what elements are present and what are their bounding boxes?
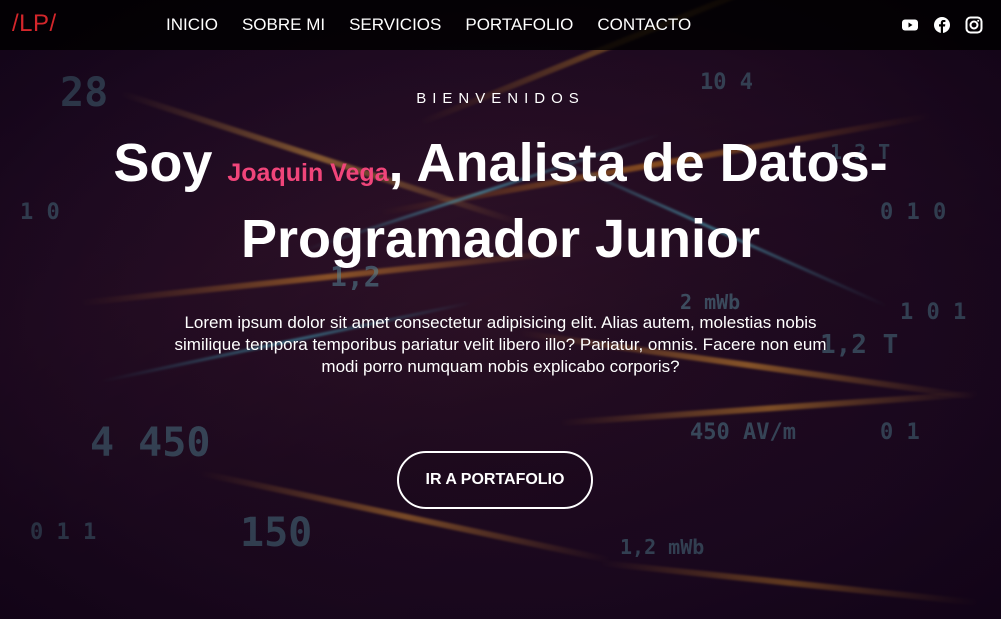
- site-logo[interactable]: /LP/: [12, 10, 57, 38]
- nav-links: INICIO SOBRE MI SERVICIOS PORTAFOLIO CON…: [166, 15, 691, 35]
- welcome-text: BIENVENIDOS: [416, 90, 585, 107]
- hero-description: Lorem ipsum dolor sit amet consectetur a…: [174, 313, 827, 376]
- hero-headline: Soy Joaquin Vega, Analista de Datos- Pro…: [40, 130, 961, 272]
- facebook-icon[interactable]: [933, 16, 951, 34]
- headline-suffix: , Analista de Datos- Programador Junior: [240, 133, 888, 269]
- navbar: /LP/ INICIO SOBRE MI SERVICIOS PORTAFOLI…: [0, 0, 1001, 50]
- nav-link-portafolio[interactable]: PORTAFOLIO: [465, 15, 573, 35]
- author-name: Joaquin Vega: [227, 159, 389, 187]
- nav-link-sobre-mi[interactable]: SOBRE MI: [242, 15, 325, 35]
- social-links: [901, 16, 983, 34]
- portfolio-button[interactable]: IR A PORTAFOLIO: [397, 451, 593, 509]
- nav-link-contacto[interactable]: CONTACTO: [597, 15, 691, 35]
- instagram-icon[interactable]: [965, 16, 983, 34]
- headline-prefix: Soy: [113, 133, 228, 193]
- nav-link-inicio[interactable]: INICIO: [166, 15, 218, 35]
- hero-section: 28 10 4 1,2 T 1,2 2 mWb 4 450 450 AV/m 1…: [0, 0, 1001, 619]
- nav-link-servicios[interactable]: SERVICIOS: [349, 15, 441, 35]
- youtube-icon[interactable]: [901, 16, 919, 34]
